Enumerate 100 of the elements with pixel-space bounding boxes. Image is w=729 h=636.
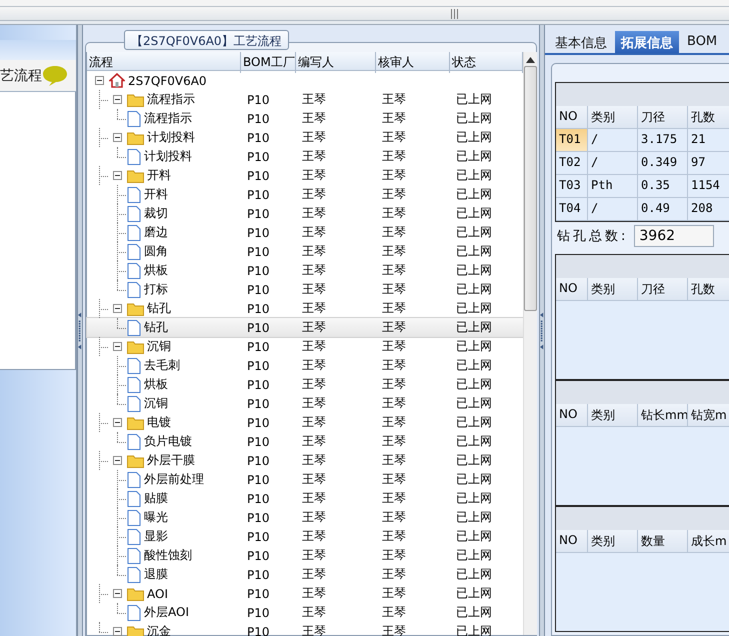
tree-row[interactable]: 显影 P10 王琴 王琴 已上网 <box>87 527 523 546</box>
table-cell-text: 王琴 <box>381 262 407 279</box>
column-header[interactable]: NO <box>556 278 588 301</box>
tree-row[interactable]: 外层干膜 P10 王琴 王琴 已上网 <box>87 451 523 470</box>
table-cell-text: 已上网 <box>455 414 493 431</box>
tree-row[interactable]: 去毛刺 P10 王琴 王琴 已上网 <box>87 356 523 375</box>
column-header[interactable]: 孔数 <box>688 278 729 301</box>
tree-row[interactable]: 酸性蚀刻 P10 王琴 王琴 已上网 <box>87 546 523 565</box>
vertical-scrollbar[interactable] <box>523 52 537 635</box>
table-cell-text: 王琴 <box>301 300 327 317</box>
column-header[interactable]: 刀径 <box>638 278 688 301</box>
tree-row[interactable]: 流程指示 P10 王琴 王琴 已上网 <box>87 109 523 128</box>
table-cell-text: 王琴 <box>381 604 407 621</box>
column-header[interactable]: 成长m <box>688 530 729 553</box>
tree-row[interactable]: 退膜 P10 王琴 王琴 已上网 <box>87 565 523 584</box>
tree-row[interactable]: 钻孔 P10 王琴 王琴 已上网 <box>87 299 523 318</box>
tree-row[interactable]: 曝光 P10 王琴 王琴 已上网 <box>87 508 523 527</box>
document-icon <box>127 376 141 392</box>
column-header[interactable]: 钻宽m <box>688 404 729 427</box>
table-cell-text: 王琴 <box>301 452 327 469</box>
table-cell-text: 王琴 <box>301 91 327 108</box>
tree-row[interactable]: 外层前处理 P10 王琴 王琴 已上网 <box>87 470 523 489</box>
collapse-toggle[interactable] <box>95 76 104 85</box>
node-label: 烘板 <box>144 262 168 279</box>
table-cell-text: 王琴 <box>301 357 327 374</box>
tree-row[interactable]: 流程指示 P10 王琴 王琴 已上网 <box>87 90 523 109</box>
scroll-up-icon[interactable] <box>526 57 535 63</box>
table-cell-text: 王琴 <box>301 186 327 203</box>
column-header[interactable]: 核审人 <box>376 52 450 73</box>
table-cell-text: 王琴 <box>381 186 407 203</box>
column-header[interactable]: 钻长mm <box>638 404 688 427</box>
field-label: 钻孔总数: <box>557 228 628 245</box>
tree-row[interactable]: 电镀 P10 王琴 王琴 已上网 <box>87 413 523 432</box>
table-cell-text: 已上网 <box>455 224 493 241</box>
collapse-toggle[interactable] <box>113 304 122 313</box>
table-cell-text: 王琴 <box>301 623 327 636</box>
tree-row[interactable]: 贴膜 P10 王琴 王琴 已上网 <box>87 489 523 508</box>
table-cell-text: 王琴 <box>381 452 407 469</box>
table-cell-text: P10 <box>246 416 271 430</box>
node-label: 计划投料 <box>144 148 192 165</box>
document-icon <box>127 490 141 506</box>
tree-row[interactable]: 计划投料 P10 王琴 王琴 已上网 <box>87 128 523 147</box>
node-label: 圆角 <box>144 243 168 260</box>
collapse-toggle[interactable] <box>113 133 122 142</box>
tree-row[interactable]: 计划投料 P10 王琴 王琴 已上网 <box>87 147 523 166</box>
document-icon <box>127 604 141 620</box>
total-field[interactable]: 3962 <box>634 225 714 247</box>
collapse-toggle[interactable] <box>113 456 122 465</box>
table-cell-text: 王琴 <box>381 91 407 108</box>
table-cell-text: 王琴 <box>301 585 327 602</box>
table-cell-text: P10 <box>246 188 271 202</box>
column-header[interactable]: 类别 <box>588 530 638 553</box>
tree-row[interactable]: 2S7QF0V6A0 <box>87 71 523 90</box>
column-header[interactable]: BOM工厂 <box>241 52 296 73</box>
column-header[interactable]: 类别 <box>588 278 638 301</box>
column-header[interactable]: NO <box>556 106 588 129</box>
tree-row[interactable]: 开料 P10 王琴 王琴 已上网 <box>87 166 523 185</box>
column-header[interactable]: 流程 <box>87 52 241 73</box>
table-cell-text: 王琴 <box>301 528 327 545</box>
column-header[interactable]: 类别 <box>588 404 638 427</box>
table-cell-text: 已上网 <box>455 452 493 469</box>
node-label: 电镀 <box>147 414 171 431</box>
tab[interactable]: BOM <box>681 31 724 53</box>
collapse-toggle[interactable] <box>113 95 122 104</box>
collapse-toggle[interactable] <box>113 418 122 427</box>
tree-row[interactable]: 裁切 P10 王琴 王琴 已上网 <box>87 204 523 223</box>
collapse-toggle[interactable] <box>113 171 122 180</box>
column-header[interactable]: 孔数 <box>688 106 729 129</box>
tab[interactable]: 拓展信息 <box>615 31 679 53</box>
tree-row[interactable]: 圆角 P10 王琴 王琴 已上网 <box>87 242 523 261</box>
column-header[interactable]: NO <box>556 404 588 427</box>
collapse-toggle[interactable] <box>113 589 122 598</box>
column-header[interactable]: 刀径 <box>638 106 688 129</box>
table-cell-text: 王琴 <box>381 338 407 355</box>
collapse-toggle[interactable] <box>113 627 122 636</box>
tree-row[interactable]: 开料 P10 王琴 王琴 已上网 <box>87 185 523 204</box>
tree-row[interactable]: 磨边 P10 王琴 王琴 已上网 <box>87 223 523 242</box>
table-cell: 3.175 <box>638 129 688 152</box>
column-header[interactable]: 数量 <box>638 530 688 553</box>
tree-row[interactable]: 烘板 P10 王琴 王琴 已上网 <box>87 375 523 394</box>
column-header[interactable]: NO <box>556 530 588 553</box>
tree-row[interactable]: 外层AOI P10 王琴 王琴 已上网 <box>87 603 523 622</box>
node-label: 流程指示 <box>144 110 192 127</box>
collapse-toggle[interactable] <box>113 342 122 351</box>
tree-row[interactable]: 沉铜 P10 王琴 王琴 已上网 <box>87 337 523 356</box>
tree-row[interactable]: 打标 P10 王琴 王琴 已上网 <box>87 280 523 299</box>
tree-row[interactable]: 烘板 P10 王琴 王琴 已上网 <box>87 261 523 280</box>
tree-row[interactable]: 负片电镀 P10 王琴 王琴 已上网 <box>87 432 523 451</box>
table-cell-text: 王琴 <box>301 433 327 450</box>
table-cell-text: P10 <box>246 606 271 620</box>
column-header[interactable]: 类别 <box>588 106 638 129</box>
tree-row[interactable]: 沉铜 P10 王琴 王琴 已上网 <box>87 394 523 413</box>
table-cell-text: 已上网 <box>455 262 493 279</box>
tree-row[interactable]: AOI P10 王琴 王琴 已上网 <box>87 584 523 603</box>
folder-icon <box>127 624 144 636</box>
tab[interactable]: 基本信息 <box>549 31 613 53</box>
grip-icon[interactable] <box>450 8 458 18</box>
tree-row[interactable]: 钻孔 P10 王琴 王琴 已上网 <box>87 318 523 337</box>
document-icon <box>127 320 141 336</box>
column-header[interactable]: 编写人 <box>296 52 376 73</box>
